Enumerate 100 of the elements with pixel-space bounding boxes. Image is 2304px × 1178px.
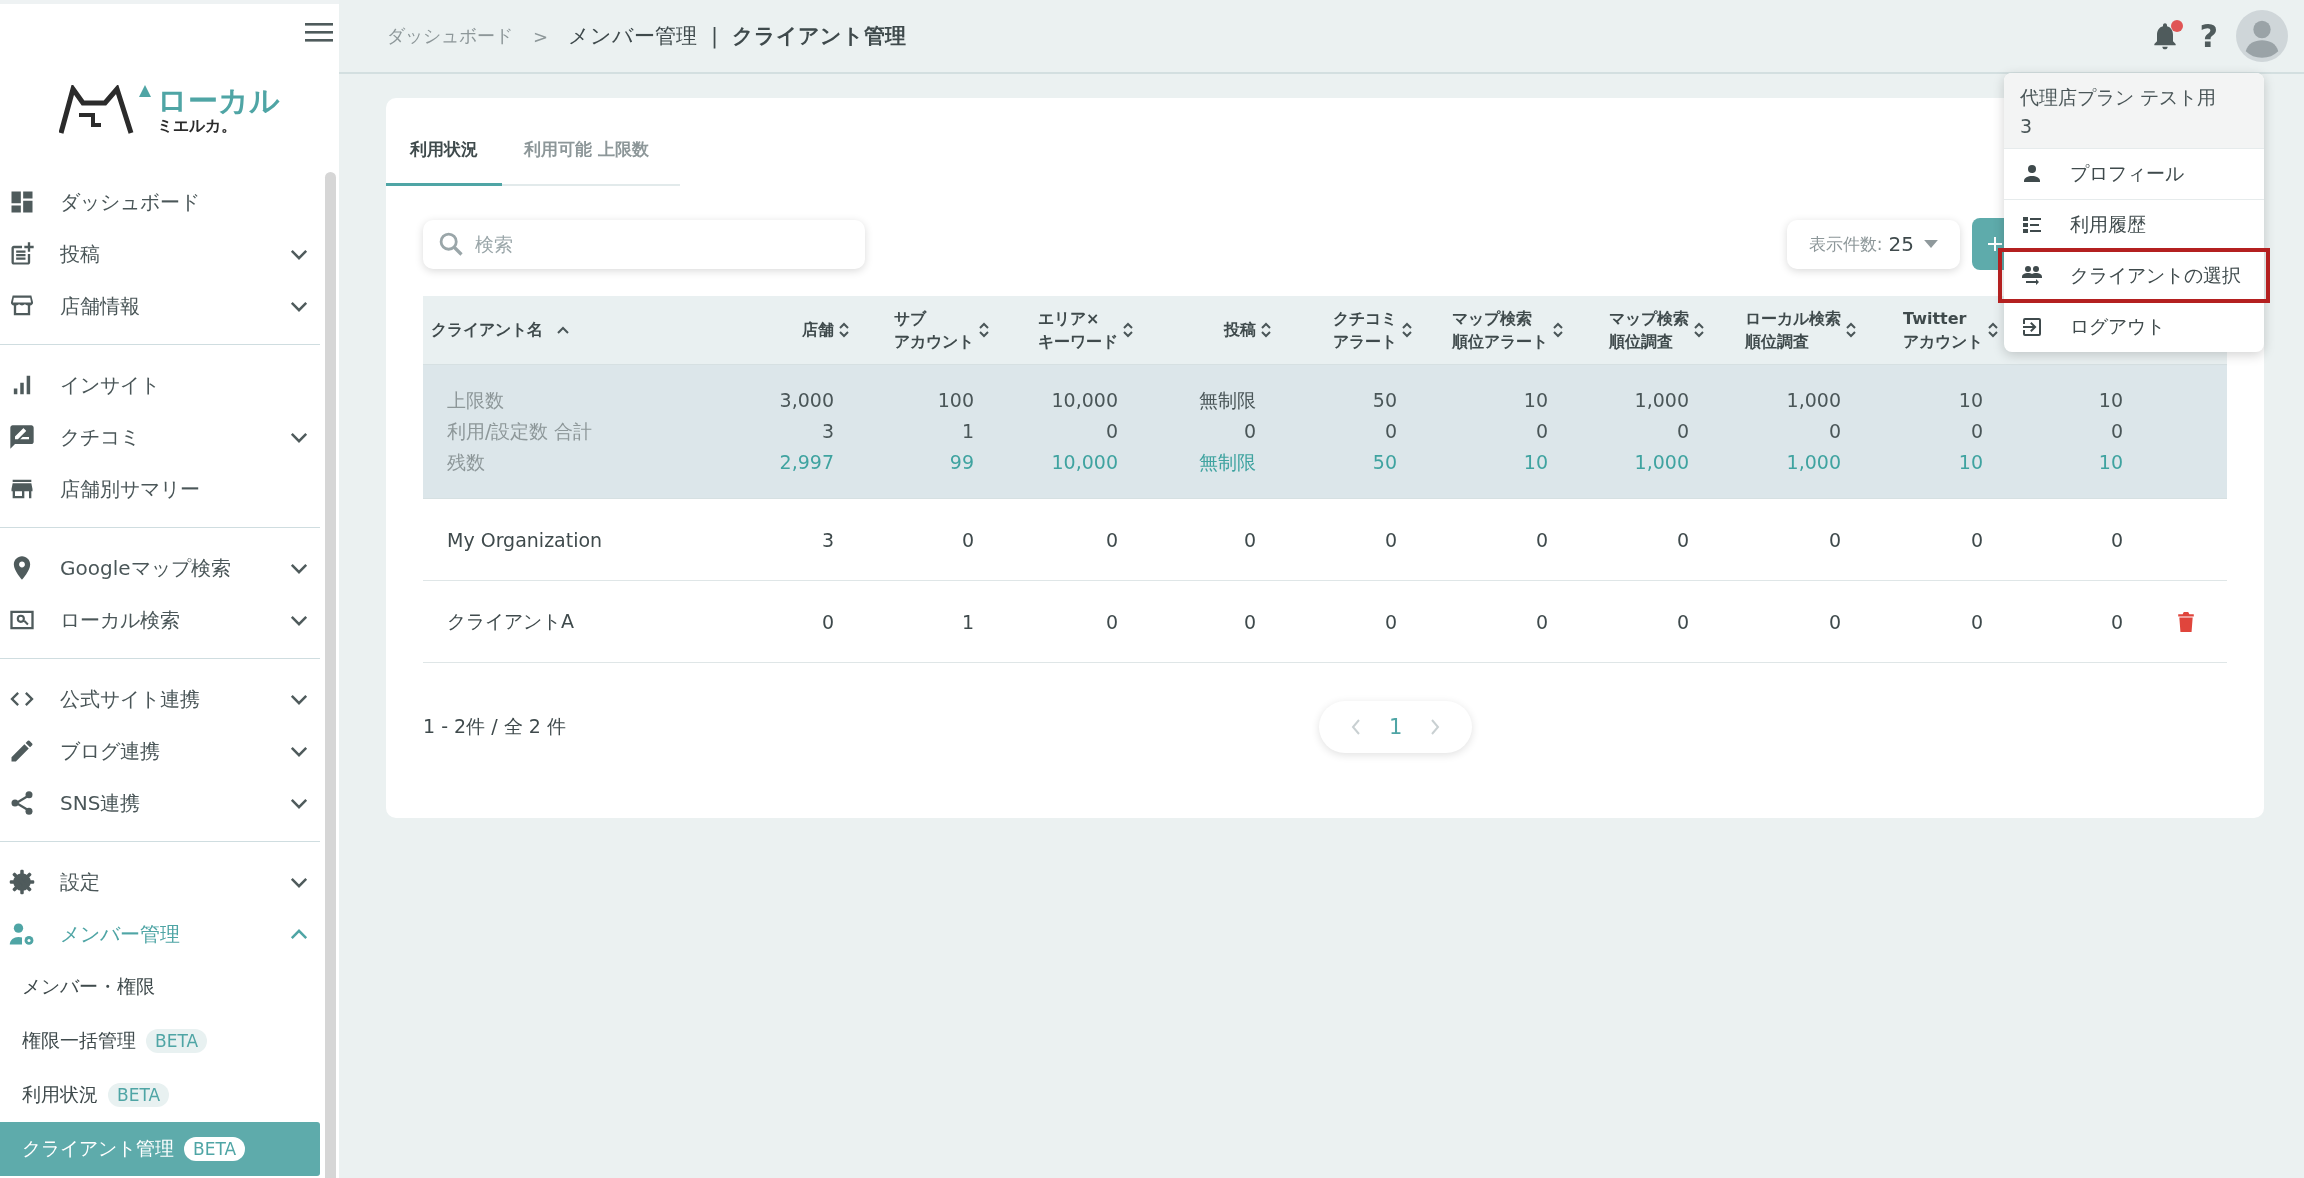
column-header[interactable]: アラート — [1333, 330, 1397, 354]
table-cell: 0 — [1105, 528, 1118, 551]
sort-icon[interactable] — [1401, 321, 1413, 339]
nav-item[interactable]: 店舗情報 — [0, 280, 320, 332]
nav-item[interactable]: ダッシュボード — [0, 176, 320, 228]
summary-label: 上限数 — [447, 388, 504, 413]
summary-value: 99 — [949, 450, 974, 475]
sort-icon[interactable] — [1260, 321, 1272, 339]
column-header[interactable]: アカウント — [1903, 330, 1983, 354]
column-header[interactable]: 順位調査 — [1745, 330, 1841, 354]
summary-value: 3 — [821, 419, 834, 444]
page-size-select[interactable]: 表示件数: 25 — [1786, 219, 1960, 269]
summary-label: 残数 — [447, 450, 485, 475]
summary-label: 利用/設定数 合計 — [447, 419, 593, 444]
nav-item[interactable]: Googleマップ検索 — [0, 542, 320, 594]
table-cell: 1 — [961, 610, 974, 633]
breadcrumb-text: メンバー管理 — [568, 23, 698, 50]
help-button[interactable]: ? — [2199, 17, 2218, 55]
sort-icon[interactable] — [1845, 321, 1857, 339]
column-header[interactable]: ローカル検索 — [1745, 306, 1841, 330]
table-cell: 3 — [821, 528, 834, 551]
menu-item[interactable]: ログアウト — [2004, 301, 2264, 352]
table-cell: 0 — [1970, 528, 1983, 551]
menu-item[interactable]: プロフィール — [2004, 148, 2264, 199]
plus-icon — [1988, 237, 2002, 251]
column-header[interactable]: キーワード — [1038, 330, 1118, 354]
scrollbar[interactable] — [325, 172, 336, 1178]
nav-item[interactable]: 店舗別サマリー — [0, 463, 320, 515]
table-cell: 0 — [1828, 528, 1841, 551]
column-header[interactable]: 投稿 — [1224, 318, 1256, 342]
column-header[interactable]: クライアント名 — [431, 318, 543, 342]
breadcrumb-separator: > — [533, 25, 549, 47]
summary-value: 0 — [2110, 419, 2123, 444]
summary-value: 0 — [1970, 419, 1983, 444]
account-name: 代理店プラン テスト用 3 — [2004, 73, 2264, 148]
table-cell: 0 — [1384, 610, 1397, 633]
table-cell: 0 — [961, 528, 974, 551]
table-cell: 0 — [821, 610, 834, 633]
beta-badge: BETA — [146, 1029, 208, 1053]
column-header[interactable]: マップ検索 — [1452, 306, 1548, 330]
review-icon — [8, 423, 36, 451]
sort-icon[interactable] — [1693, 321, 1705, 339]
sub-nav-item[interactable]: 利用状況 BETA — [0, 1068, 320, 1122]
sort-icon[interactable] — [1552, 321, 1564, 339]
table-cell: 0 — [1243, 528, 1256, 551]
table-cell: 0 — [1535, 528, 1548, 551]
summary-value: 10 — [2098, 388, 2123, 413]
sort-icon[interactable] — [1987, 321, 1999, 339]
menu-item[interactable]: 利用履歴 — [2004, 199, 2264, 250]
nav-item[interactable]: クチコミ — [0, 411, 320, 463]
column-header[interactable]: エリア× — [1038, 306, 1118, 330]
sort-icon[interactable] — [978, 321, 990, 339]
column-header[interactable]: 順位調査 — [1609, 330, 1689, 354]
cat-logo-icon — [59, 85, 151, 135]
page-title: クライアント管理 — [732, 23, 907, 50]
summary-value: 10 — [1523, 388, 1548, 413]
column-header[interactable]: サブ — [894, 306, 974, 330]
people-swap-icon — [2020, 264, 2044, 288]
summary-value: 0 — [1105, 419, 1118, 444]
nav-item[interactable]: ローカル検索 — [0, 594, 320, 646]
column-header[interactable]: Twitter — [1903, 306, 1983, 330]
table-cell: 0 — [1384, 528, 1397, 551]
result-count: 1 - 2件 / 全 2 件 — [423, 714, 566, 739]
beta-badge: BETA — [184, 1137, 246, 1161]
dropdown-arrow-icon — [1924, 240, 1938, 248]
summary-value: 0 — [1384, 419, 1397, 444]
column-header[interactable]: 店舗 — [802, 318, 834, 342]
table-cell: 0 — [1970, 610, 1983, 633]
summary-value: 10 — [2098, 450, 2123, 475]
menu-item[interactable]: クライアントの選択 — [2000, 250, 2268, 301]
sort-icon[interactable] — [1122, 321, 1134, 339]
summary-value: 100 — [937, 388, 974, 413]
summary-value: 1,000 — [1634, 388, 1689, 413]
column-header[interactable]: アカウント — [894, 330, 974, 354]
nav-item[interactable]: ブログ連携 — [0, 725, 320, 777]
tab[interactable]: 利用状況 — [386, 118, 502, 186]
summary-value: 1,000 — [1786, 450, 1841, 475]
summary-value: 1 — [961, 419, 974, 444]
search-field[interactable]: 検索 — [423, 219, 865, 269]
nav-item[interactable]: 公式サイト連携 — [0, 673, 320, 725]
summary-value: 10 — [1958, 450, 1983, 475]
logo-wordmark: ミエルカ。 — [157, 118, 238, 134]
summary-value: 10 — [1958, 388, 1983, 413]
column-header[interactable]: マップ検索 — [1609, 306, 1689, 330]
summary-value: 0 — [1828, 419, 1841, 444]
nav-item[interactable]: SNS連携 — [0, 777, 320, 829]
menu-icon[interactable] — [305, 22, 333, 42]
summary-value: 0 — [1535, 419, 1548, 444]
column-header[interactable]: 順位アラート — [1452, 330, 1548, 354]
sub-nav-item[interactable]: メンバー・権限 — [0, 960, 320, 1014]
summary-value: 50 — [1372, 450, 1397, 475]
trash-icon[interactable] — [2178, 611, 2194, 632]
settings-icon — [8, 868, 36, 896]
sort-icon[interactable] — [838, 321, 850, 339]
nav-item[interactable]: インサイト — [0, 359, 320, 411]
nav-item[interactable]: 設定 — [0, 856, 320, 908]
nav-item[interactable]: 投稿 — [0, 228, 320, 280]
sort-up-icon[interactable] — [557, 326, 569, 334]
sub-nav-item[interactable]: 権限一括管理 BETA — [0, 1014, 320, 1068]
column-header[interactable]: クチコミ — [1333, 306, 1397, 330]
